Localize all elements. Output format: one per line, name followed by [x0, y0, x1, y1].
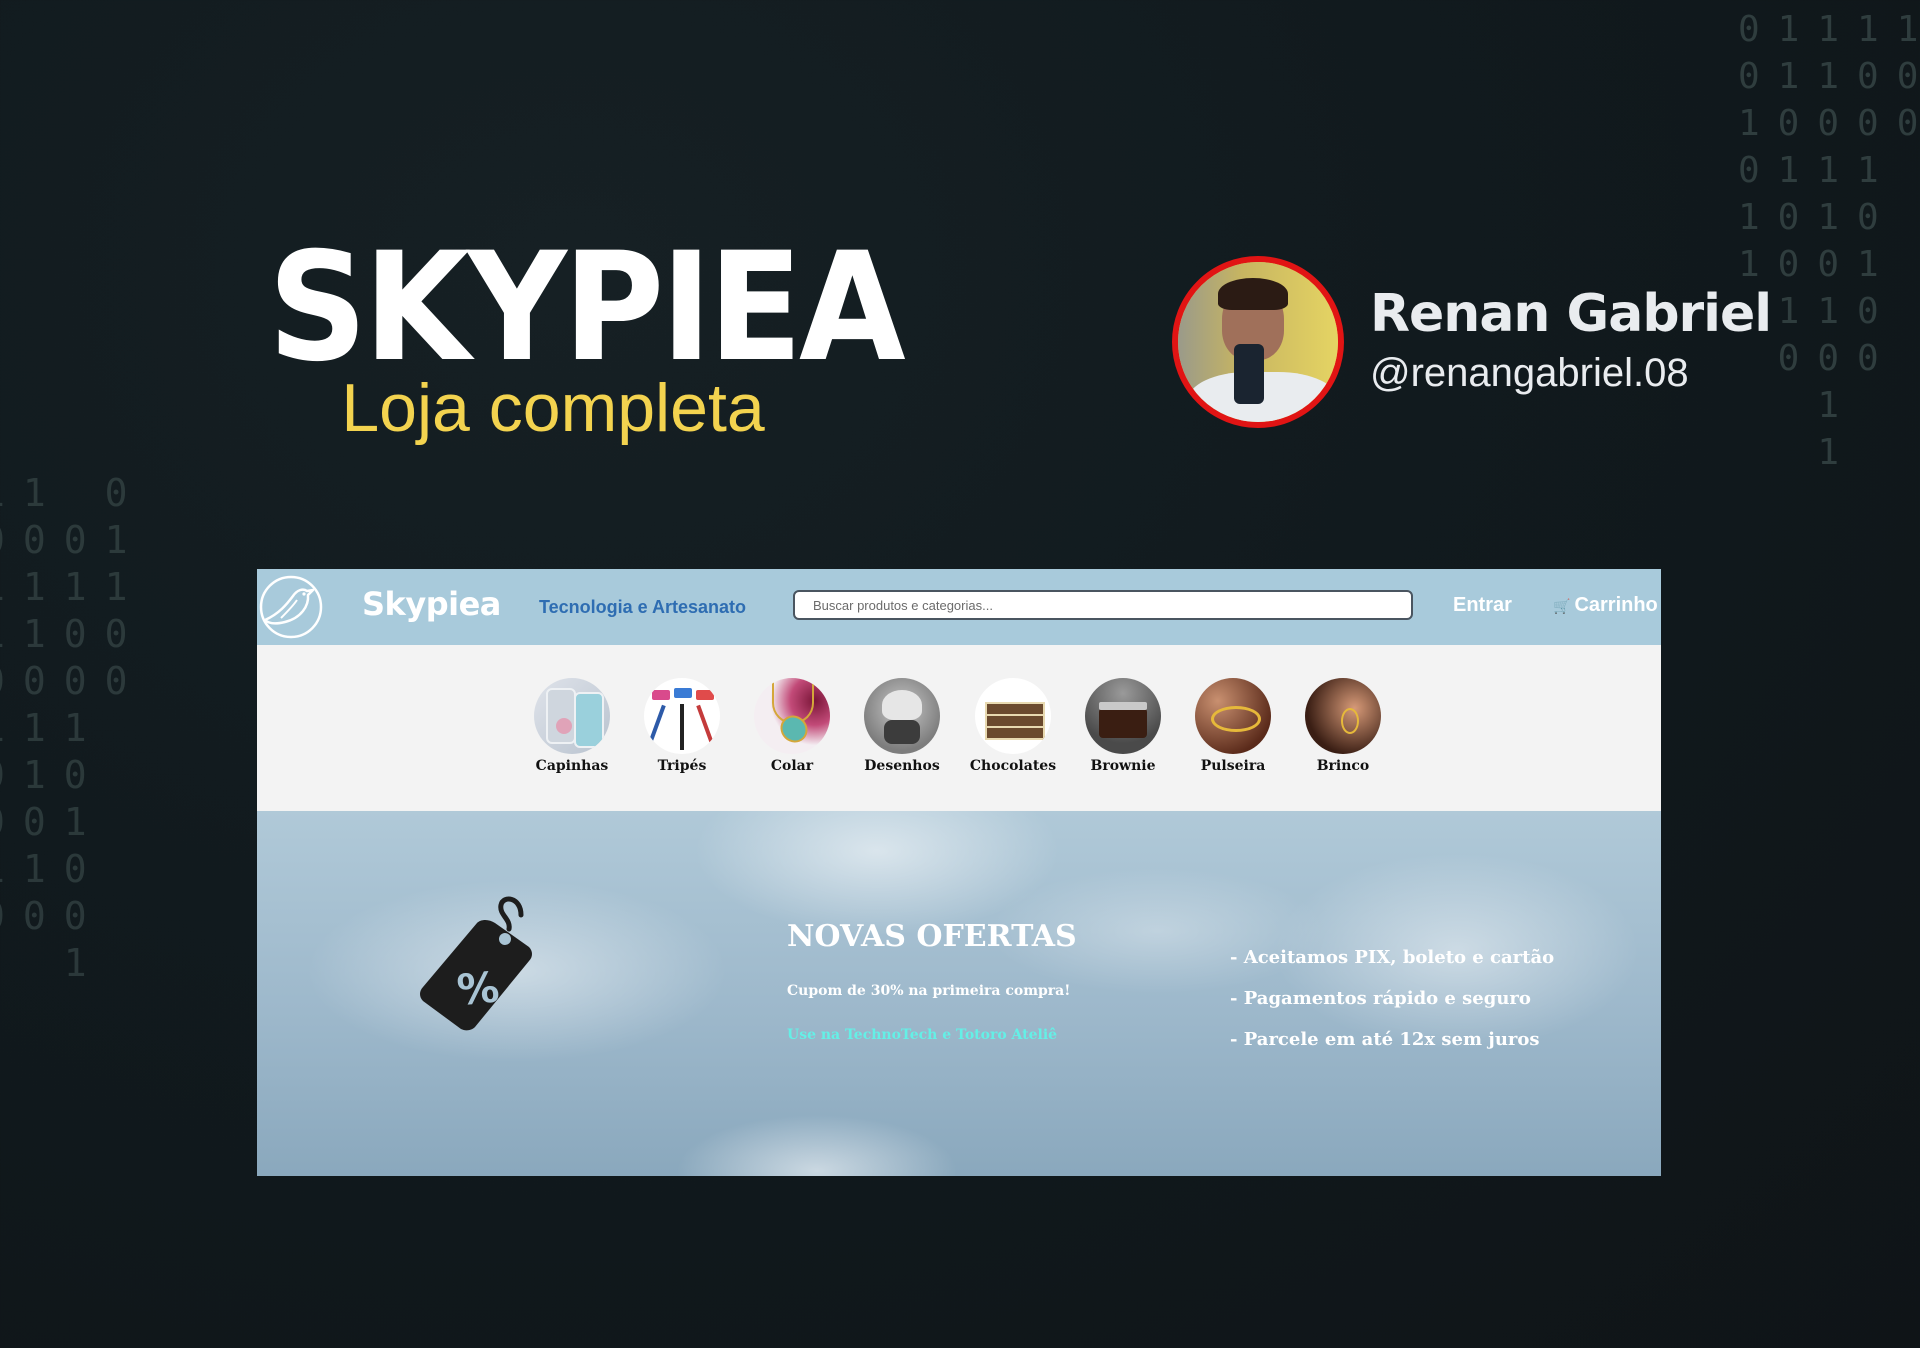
login-link[interactable]: Entrar — [1453, 594, 1512, 617]
category-thumb — [644, 678, 720, 754]
search-input[interactable] — [793, 590, 1413, 620]
cart-label: Carrinho — [1574, 594, 1658, 616]
perk-item: - Pagamentos rápido e seguro — [1230, 988, 1531, 1009]
payment-perks: - Aceitamos PIX, boleto e cartão - Pagam… — [1230, 937, 1554, 1060]
category-bar: Capinhas Tripés Colar Desenhos Chocolate… — [257, 645, 1661, 811]
author-card: Renan Gabriel @renangabriel.08 — [1172, 256, 1772, 428]
offers-title: NOVAS OFERTAS — [787, 919, 1077, 954]
cart-icon: 🛒 — [1553, 598, 1571, 614]
author-handle: @renangabriel.08 — [1370, 351, 1689, 395]
category-thumb — [1305, 678, 1381, 754]
category-item-capinhas[interactable]: Capinhas — [517, 678, 627, 774]
hero-title-block: SKYPIEA Loja completa — [268, 221, 906, 448]
category-item-brownie[interactable]: Brownie — [1068, 678, 1178, 774]
category-label: Brownie — [1090, 758, 1156, 774]
category-thumb — [864, 678, 940, 754]
author-name: Renan Gabriel — [1370, 284, 1772, 344]
perk-item: - Parcele em até 12x sem juros — [1230, 1029, 1540, 1050]
offers-banner: % NOVAS OFERTAS Cupom de 30% na primeira… — [257, 811, 1661, 1176]
category-thumb — [754, 678, 830, 754]
category-thumb — [1195, 678, 1271, 754]
category-item-chocolates[interactable]: Chocolates — [958, 678, 1068, 774]
category-label: Chocolates — [969, 758, 1057, 774]
category-item-desenhos[interactable]: Desenhos — [847, 678, 957, 774]
hero-title: SKYPIEA — [268, 221, 906, 395]
category-label: Brinco — [1316, 758, 1370, 774]
category-thumb — [975, 678, 1051, 754]
binary-decoration-left: 11 0 0001 1111 1100 0000 111 010 001 110… — [0, 471, 146, 985]
svg-text:%: % — [455, 962, 501, 1014]
site-brand[interactable]: Skypiea — [362, 585, 501, 623]
site-tagline: Tecnologia e Artesanato — [539, 597, 747, 617]
category-item-pulseira[interactable]: Pulseira — [1178, 678, 1288, 774]
coupon-text: Cupom de 30% na primeira compra! — [787, 983, 1071, 999]
category-item-brinco[interactable]: Brinco — [1288, 678, 1398, 774]
category-label: Tripés — [657, 758, 707, 774]
discount-tag-icon: % — [420, 896, 532, 1031]
cart-link[interactable]: 🛒 Carrinho — [1553, 594, 1658, 617]
coupon-stores-link[interactable]: Use na TechnoTech e Totoro Ateliê — [787, 1027, 1057, 1043]
navbar: Skypiea Tecnologia e Artesanato Entrar 🛒… — [257, 569, 1661, 645]
category-label: Pulseira — [1200, 758, 1266, 774]
website-screenshot: Skypiea Tecnologia e Artesanato Entrar 🛒… — [257, 569, 1661, 1176]
avatar — [1172, 256, 1344, 428]
category-label: Capinhas — [535, 758, 609, 774]
category-label: Desenhos — [864, 758, 940, 774]
perk-item: - Aceitamos PIX, boleto e cartão — [1230, 947, 1555, 968]
category-item-colar[interactable]: Colar — [737, 678, 847, 774]
category-thumb — [1085, 678, 1161, 754]
category-label: Colar — [770, 758, 814, 774]
category-item-tripes[interactable]: Tripés — [627, 678, 737, 774]
category-thumb — [534, 678, 610, 754]
bird-logo-icon[interactable] — [257, 574, 327, 640]
